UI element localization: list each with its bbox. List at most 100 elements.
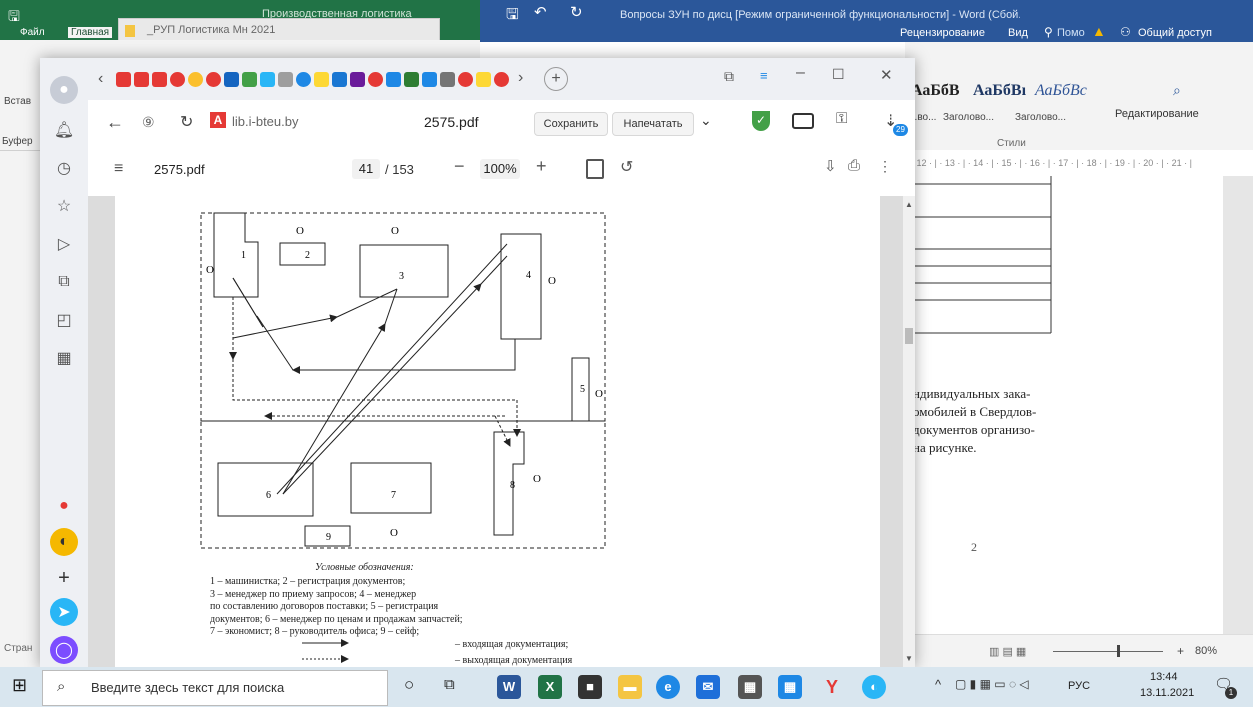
- style-heading-2[interactable]: АаБбВс: [1035, 82, 1087, 100]
- print-button[interactable]: Напечатать: [612, 112, 694, 136]
- explorer-taskbar-icon[interactable]: ▬: [618, 675, 642, 699]
- more-options-icon[interactable]: ⋮: [878, 158, 892, 175]
- back-arrow-icon[interactable]: ←: [106, 112, 124, 133]
- tabs-manager-icon[interactable]: ⧉: [724, 68, 734, 85]
- redo-icon[interactable]: ↻: [570, 3, 583, 21]
- browser-taskbar-icon[interactable]: ◐: [862, 675, 886, 699]
- tabs-scroll-left-icon[interactable]: ‹: [98, 70, 103, 88]
- word-menu-review[interactable]: Рецензирование: [900, 27, 985, 39]
- cortana-icon[interactable]: ○: [404, 675, 414, 695]
- mail-taskbar-icon[interactable]: ✉: [696, 675, 720, 699]
- tab-favicon[interactable]: [314, 72, 329, 87]
- zoom-in-icon[interactable]: +: [536, 156, 547, 177]
- tab-favicon[interactable]: [458, 72, 473, 87]
- tab-favicon[interactable]: [332, 72, 347, 87]
- calculator-taskbar-icon[interactable]: ▦: [738, 675, 762, 699]
- tab-favicon[interactable]: [368, 72, 383, 87]
- edge-taskbar-icon[interactable]: e: [656, 675, 680, 699]
- save-icon[interactable]: 🖫: [8, 6, 20, 30]
- alice-assistant-icon[interactable]: ◯: [50, 636, 78, 664]
- excel-paste-label[interactable]: Встав: [4, 96, 31, 107]
- profile-avatar-icon[interactable]: ●: [50, 76, 78, 104]
- zoom-slider-thumb[interactable]: [1117, 645, 1120, 657]
- collections-icon[interactable]: ⧉: [50, 268, 78, 296]
- minimize-icon[interactable]: –: [796, 64, 805, 82]
- tab-favicon[interactable]: [386, 72, 401, 87]
- task-view-icon[interactable]: ⧉: [444, 676, 455, 693]
- save-button[interactable]: Сохранить: [534, 112, 608, 136]
- find-icon[interactable]: ⌕: [1173, 82, 1181, 99]
- new-tab-plus-icon[interactable]: +: [544, 67, 568, 91]
- tab-favicon[interactable]: [476, 72, 491, 87]
- clock-date[interactable]: 13.11.2021: [1140, 687, 1194, 699]
- play-icon[interactable]: ▷: [50, 230, 78, 258]
- undo-icon[interactable]: ↶: [534, 3, 547, 21]
- maximize-icon[interactable]: ☐: [832, 66, 845, 83]
- tray-expand-icon[interactable]: ^: [935, 677, 941, 692]
- store-taskbar-icon[interactable]: ■: [578, 675, 602, 699]
- tab-favicon[interactable]: [116, 72, 131, 87]
- tab-favicon[interactable]: [242, 72, 257, 87]
- view-icons[interactable]: ▥ ▤ ▦: [989, 645, 1026, 658]
- keyboard-language[interactable]: РУС: [1068, 680, 1090, 692]
- add-app-plus-icon[interactable]: +: [50, 564, 78, 592]
- lightbulb-icon[interactable]: ⚲: [1044, 25, 1053, 39]
- history-clock-icon[interactable]: ◷: [50, 154, 78, 182]
- refresh-icon[interactable]: ↻: [180, 112, 193, 132]
- pdf-page-input[interactable]: 41: [352, 159, 380, 179]
- rotate-icon[interactable]: ↺: [620, 157, 633, 177]
- windows-start-icon[interactable]: ⊞: [12, 675, 27, 696]
- address-domain[interactable]: lib.i-bteu.by: [232, 114, 298, 129]
- zoom-out-icon[interactable]: −: [454, 156, 465, 177]
- pdf-zoom-input[interactable]: 100%: [480, 159, 520, 179]
- tabs-scroll-right-icon[interactable]: ›: [518, 69, 523, 87]
- yandex-taskbar-icon[interactable]: Y: [820, 675, 844, 699]
- apps-grid-icon[interactable]: ▦: [50, 344, 78, 372]
- yandex-logo-icon[interactable]: ⑨: [142, 114, 155, 131]
- word-menu-help[interactable]: Помо: [1057, 27, 1085, 39]
- extensions-puzzle-icon[interactable]: ⚿: [836, 110, 847, 127]
- screenshot-icon[interactable]: ◰: [50, 306, 78, 334]
- word-save-icon[interactable]: 🖫: [506, 4, 519, 29]
- pdf-print-icon[interactable]: ⎙: [848, 157, 860, 174]
- tab-favicon[interactable]: [278, 72, 293, 87]
- tab-favicon[interactable]: [404, 72, 419, 87]
- taxi-app-icon[interactable]: ◐: [50, 528, 78, 556]
- excel-menu-home[interactable]: Главная: [68, 27, 113, 38]
- bookmarks-star-icon[interactable]: ☆: [50, 192, 78, 220]
- battery-saver-icon[interactable]: [792, 113, 814, 129]
- word-menu-view[interactable]: Вид: [1008, 27, 1028, 39]
- editing-button[interactable]: Редактирование: [1115, 108, 1199, 120]
- style-normal[interactable]: АаБбВ: [911, 82, 960, 100]
- scroll-down-icon[interactable]: ▼: [905, 654, 913, 663]
- tray-icons[interactable]: ▢ ▮ ▦ ▭ ◌ ◁: [955, 677, 1029, 691]
- word-taskbar-icon[interactable]: W: [497, 675, 521, 699]
- tab-favicon[interactable]: [440, 72, 455, 87]
- close-icon[interactable]: ✕: [880, 66, 893, 84]
- zoom-slider[interactable]: [1053, 651, 1163, 652]
- chevron-down-icon[interactable]: ⌄: [700, 112, 712, 129]
- clock-time[interactable]: 13:44: [1150, 671, 1178, 683]
- pdf-scrollbar[interactable]: ▲ ▼: [903, 196, 915, 667]
- zoom-in-icon[interactable]: +: [1177, 644, 1184, 658]
- tab-favicon[interactable]: [206, 72, 221, 87]
- tab-favicon[interactable]: [188, 72, 203, 87]
- tab-favicon[interactable]: [260, 72, 275, 87]
- tab-favicon[interactable]: [152, 72, 167, 87]
- calendar-taskbar-icon[interactable]: ▦: [778, 675, 802, 699]
- menu-lines-icon[interactable]: ≡: [760, 68, 768, 83]
- pdf-download-icon[interactable]: ⇩: [824, 157, 837, 175]
- site-warning-icon[interactable]: A: [210, 112, 226, 128]
- taskbar-search[interactable]: ⌕ Введите здесь текст для поиска: [42, 670, 388, 706]
- tab-favicon[interactable]: [134, 72, 149, 87]
- fit-page-icon[interactable]: [586, 159, 604, 179]
- share-person-icon[interactable]: ⚇: [1120, 25, 1131, 39]
- excel-taskbar-icon[interactable]: X: [538, 675, 562, 699]
- excel-menu-file[interactable]: Файл: [20, 27, 45, 38]
- word-scroll-area[interactable]: [1223, 176, 1253, 634]
- messenger-icon[interactable]: ➤: [50, 598, 78, 626]
- notification-bell-icon[interactable]: 🔔︎: [50, 116, 78, 144]
- scroll-up-icon[interactable]: ▲: [905, 200, 913, 209]
- style-heading-1[interactable]: АаБбВı: [973, 82, 1026, 100]
- pdf-menu-icon[interactable]: ≡: [114, 160, 123, 178]
